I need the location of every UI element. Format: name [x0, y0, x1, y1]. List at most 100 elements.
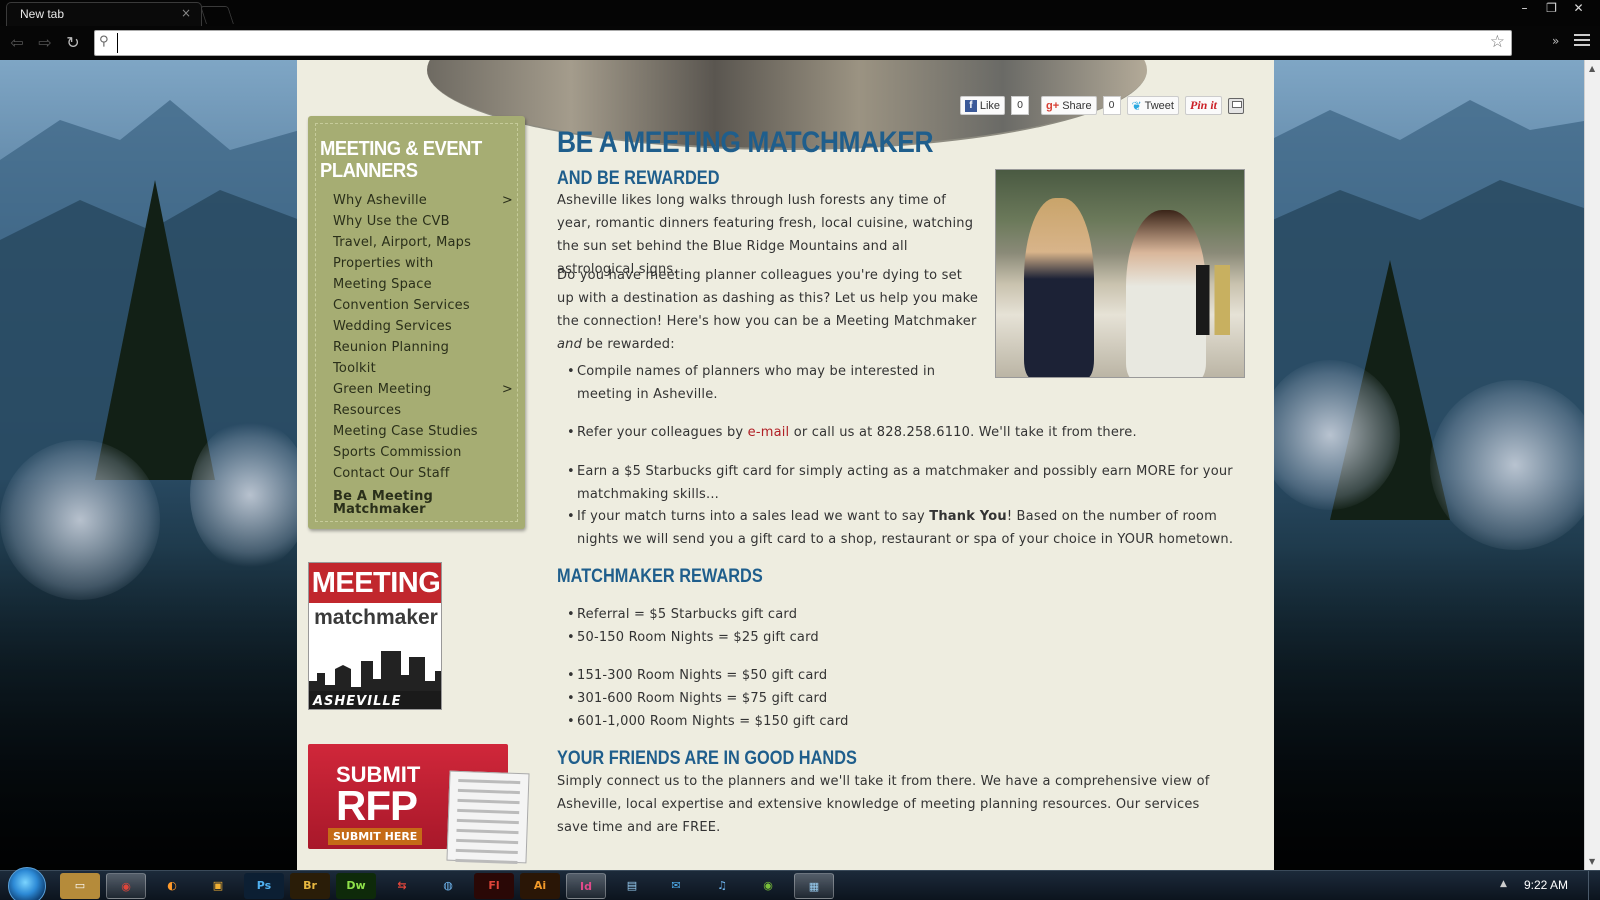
sidebar-item-sports-commission[interactable]: Sports Commission: [333, 442, 513, 463]
subheading-rewarded: AND BE REWARDED: [557, 168, 720, 189]
menu-button[interactable]: [1574, 34, 1590, 49]
logo-city-graphic: ASHEVILLE: [309, 633, 441, 709]
browser-toolbar: ⇦ ⇨ ↻ ⚲ ☆ »: [0, 26, 1600, 60]
share-bar: f Like 0 g+ Share 0 ❦ Tweet Pin it: [959, 96, 1244, 115]
sidebar-item-travel[interactable]: Travel, Airport, Maps: [333, 232, 513, 253]
sidebar-list: Why Asheville > Why Use the CVB Travel, A…: [333, 190, 513, 516]
list-item: If your match turns into a sales lead we…: [567, 505, 1247, 551]
media-icon[interactable]: ◍: [428, 873, 468, 899]
google-plus-share-button[interactable]: g+ Share: [1041, 96, 1097, 115]
dreamweaver-icon[interactable]: Dw: [336, 873, 376, 899]
submit-here-button[interactable]: SUBMIT HERE: [328, 828, 423, 845]
omnibox[interactable]: ⚲ ☆: [94, 30, 1512, 56]
window-controls: – ❐ ✕: [1511, 0, 1592, 18]
bullet-text: Refer your colleagues by: [577, 425, 748, 440]
sidebar-item-reunion-planning[interactable]: Reunion Planning: [333, 337, 513, 358]
tweet-button[interactable]: ❦ Tweet: [1126, 96, 1179, 115]
outlook-icon[interactable]: ✉: [656, 873, 696, 899]
rfp-line2: RFP: [336, 782, 418, 829]
forward-button[interactable]: ⇨: [34, 32, 56, 54]
sidebar-item-matchmaker[interactable]: Be A Meeting Matchmaker: [333, 484, 513, 516]
show-desktop-button[interactable]: [1588, 871, 1600, 900]
minimize-button[interactable]: –: [1511, 0, 1538, 18]
chevron-right-icon: >: [501, 382, 513, 397]
sidebar-item-label: Properties with: [333, 256, 434, 271]
scroll-down-icon[interactable]: ▼: [1589, 857, 1595, 866]
sidebar-item-case-studies[interactable]: Meeting Case Studies: [333, 421, 513, 442]
tab-close-icon[interactable]: ×: [181, 6, 191, 20]
extensions-chevron-icon[interactable]: »: [1552, 34, 1559, 48]
start-button[interactable]: [8, 867, 46, 900]
twitter-bird-icon: ❦: [1131, 98, 1142, 113]
vertical-scrollbar[interactable]: ▲ ▼: [1584, 60, 1600, 870]
reload-button[interactable]: ↻: [62, 32, 84, 54]
filezilla-icon[interactable]: ⇆: [382, 873, 422, 899]
search-icon: ⚲: [99, 34, 109, 49]
list-item: Earn a $5 Starbucks gift card for simply…: [567, 460, 1247, 506]
close-window-button[interactable]: ✕: [1565, 0, 1592, 18]
friends-paragraph: Simply connect us to the planners and we…: [557, 770, 1227, 839]
illustrator-icon[interactable]: Ai: [520, 873, 560, 899]
pinit-button[interactable]: Pin it: [1184, 96, 1222, 115]
indesign-icon[interactable]: Id: [566, 873, 606, 899]
share-count: 0: [1102, 96, 1121, 115]
firefox-icon[interactable]: ◐: [152, 873, 192, 899]
sidebar-item-why-asheville[interactable]: Why Asheville >: [333, 190, 513, 211]
flash-icon[interactable]: Fl: [474, 873, 514, 899]
sidebar-item-green-meeting[interactable]: Green Meeting >: [333, 379, 513, 400]
list-item: Compile names of planners who may be int…: [567, 360, 982, 406]
print-icon[interactable]: [1228, 97, 1244, 114]
list-item: Refer your colleagues by e-mail or call …: [567, 421, 1247, 444]
women-meeting-photo: [995, 169, 1245, 378]
meeting-matchmaker-logo[interactable]: MEETING matchmaker ASHEVILLE: [308, 562, 442, 710]
sidebar-item-label: Wedding Services: [333, 319, 452, 334]
tray-expand-icon[interactable]: ▲: [1500, 879, 1507, 889]
facebook-like-button[interactable]: f Like: [959, 96, 1006, 115]
like-count: 0: [1011, 96, 1030, 115]
sidebar-item-meeting-space[interactable]: Meeting Space: [333, 274, 513, 295]
sidebar-item-resources[interactable]: Resources: [333, 400, 513, 421]
taskbar-clock[interactable]: 9:22 AM: [1524, 878, 1568, 892]
bridge-icon[interactable]: Br: [290, 873, 330, 899]
sidebar-item-label: Reunion Planning: [333, 340, 450, 355]
sidebar-item-convention-services[interactable]: Convention Services: [333, 295, 513, 316]
window-icon[interactable]: ▦: [794, 873, 834, 899]
explorer-icon[interactable]: ▭: [60, 873, 100, 899]
page-content: f Like 0 g+ Share 0 ❦ Tweet Pin it MEETI…: [297, 60, 1274, 870]
app-icon[interactable]: ▣: [198, 873, 238, 899]
maximize-button[interactable]: ❐: [1538, 0, 1565, 18]
scroll-up-icon[interactable]: ▲: [1589, 64, 1595, 73]
chrome-icon[interactable]: ◉: [106, 873, 146, 899]
bullet-text: or call us at 828.258.6110. We'll take i…: [789, 425, 1137, 440]
share-label: Share: [1062, 99, 1092, 112]
reward-item: 301-600 Room Nights = $75 gift card: [567, 687, 827, 710]
new-tab-button[interactable]: [200, 6, 234, 24]
reward-item: 151-300 Room Nights = $50 gift card: [567, 664, 827, 687]
page-title: BE A MEETING MATCHMAKER: [557, 126, 934, 159]
back-button[interactable]: ⇦: [6, 32, 28, 54]
sidebar-item-properties[interactable]: Properties with: [333, 253, 513, 274]
submit-rfp-banner[interactable]: SUBMIT RFP SUBMIT HERE: [308, 744, 530, 865]
blossom-tree-image: [190, 420, 310, 570]
document-icon: [446, 770, 530, 865]
reward-item: 50-150 Room Nights = $25 gift card: [567, 626, 819, 649]
notepad-icon[interactable]: ▤: [612, 873, 652, 899]
browser-titlebar: New tab × – ❐ ✕: [0, 0, 1600, 26]
sidebar-item-label: Convention Services: [333, 298, 470, 313]
address-input[interactable]: [117, 33, 1457, 53]
email-link[interactable]: e-mail: [748, 425, 790, 440]
subheading-rewards: MATCHMAKER REWARDS: [557, 566, 763, 587]
sidebar-item-toolkit[interactable]: Toolkit: [333, 358, 513, 379]
browser-tab[interactable]: New tab ×: [6, 2, 202, 26]
bookmark-star-icon[interactable]: ☆: [1490, 32, 1505, 52]
spotify-icon[interactable]: ◉: [748, 873, 788, 899]
wine-bottles-image: [1196, 265, 1230, 335]
sidebar-item-contact-staff[interactable]: Contact Our Staff: [333, 463, 513, 484]
photoshop-icon[interactable]: Ps: [244, 873, 284, 899]
itunes-icon[interactable]: ♫: [702, 873, 742, 899]
sidebar-item-why-use-cvb[interactable]: Why Use the CVB: [333, 211, 513, 232]
logo-heading: MEETING: [309, 563, 441, 603]
like-label: Like: [979, 99, 1001, 112]
sidebar-item-wedding-services[interactable]: Wedding Services: [333, 316, 513, 337]
sidebar-item-label: Contact Our Staff: [333, 466, 450, 481]
